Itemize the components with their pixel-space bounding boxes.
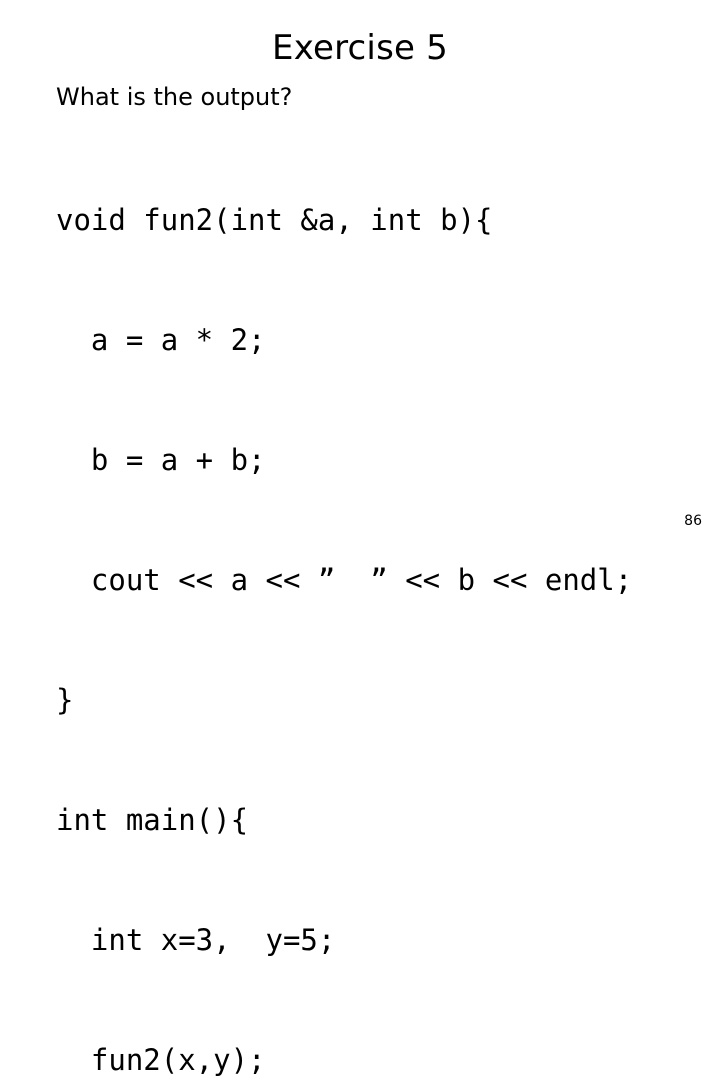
- code-line: a = a * 2;: [56, 323, 266, 357]
- page-title: Exercise 5: [272, 28, 448, 68]
- code-block: void fun2(int &a, int b){ a = a * 2; b =…: [56, 120, 696, 1080]
- code-line: void fun2(int &a, int b){: [56, 203, 493, 237]
- code-line: b = a + b;: [56, 443, 266, 477]
- page-number: 86: [684, 513, 702, 529]
- slide-body: What is the output? void fun2(int &a, in…: [56, 82, 696, 1080]
- code-line: int x=3, y=5;: [56, 923, 336, 957]
- question-prompt: What is the output?: [56, 83, 293, 111]
- code-line: int main(){: [56, 803, 249, 837]
- slide: Exercise 5 What is the output? void fun2…: [0, 0, 720, 1077]
- code-line: cout << a << ” ” << b << endl;: [56, 563, 633, 597]
- code-line: }: [56, 683, 74, 717]
- code-line: fun2(x,y);: [56, 1043, 266, 1077]
